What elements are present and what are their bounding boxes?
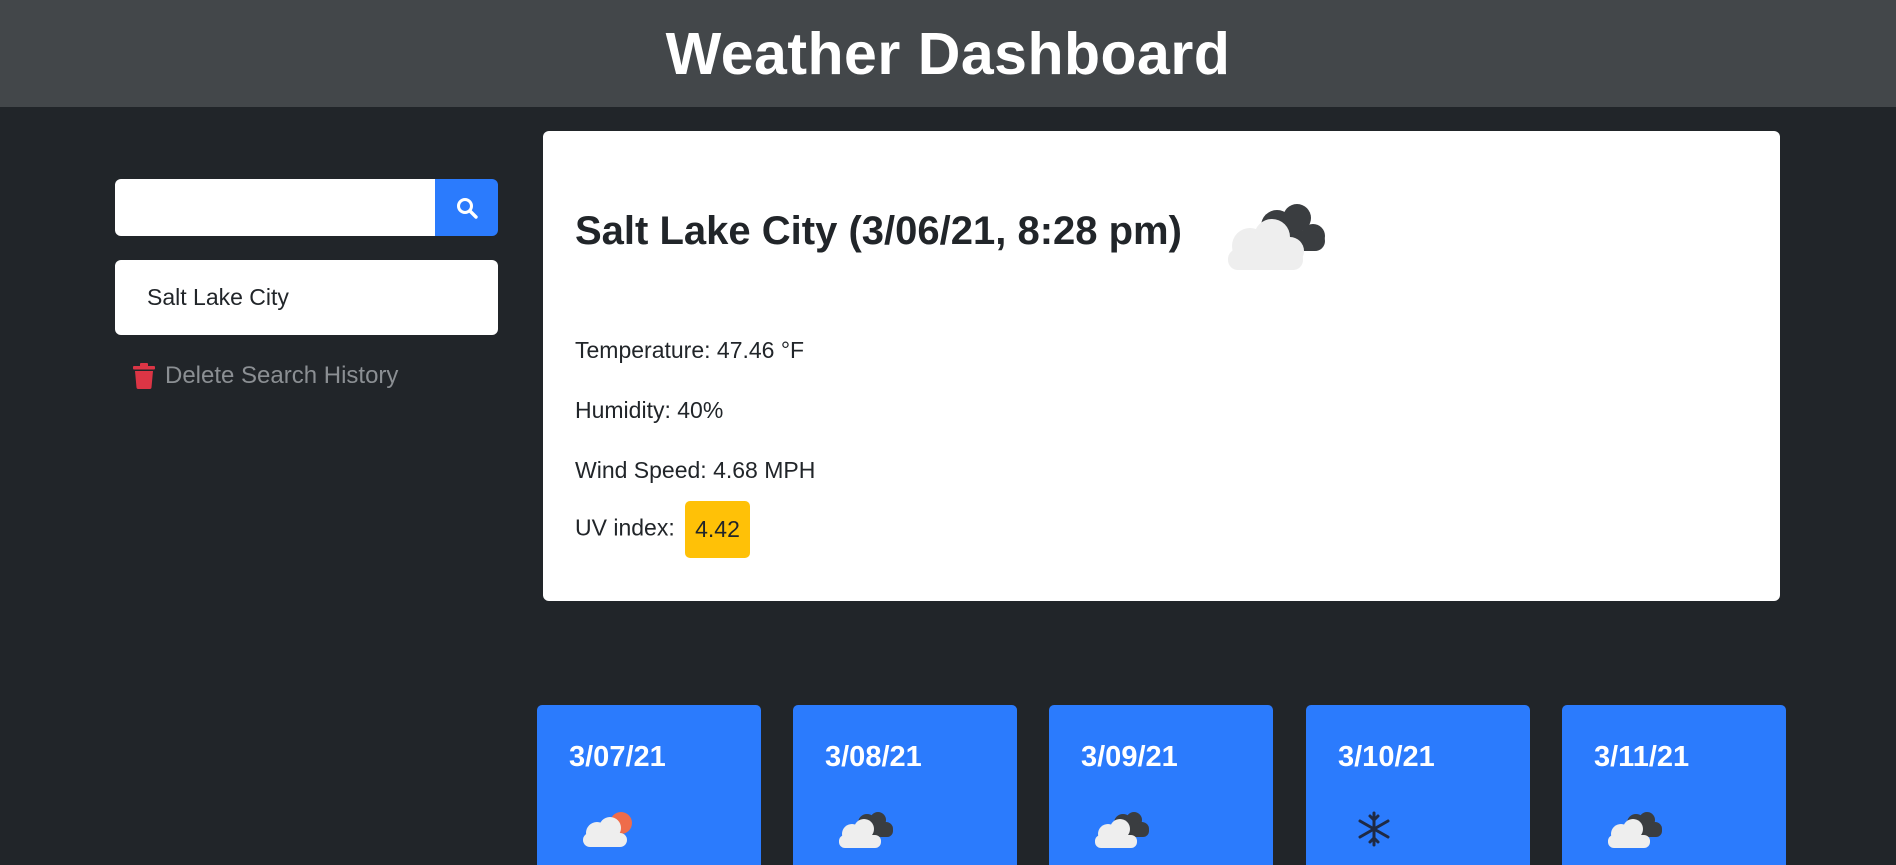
wind-speed-text: Wind Speed: 4.68 MPH [575,457,816,483]
uv-index-row: UV index: 4.42 [575,501,750,558]
forecast-date: 3/09/21 [1081,741,1178,773]
search-button[interactable] [435,179,498,236]
broken-clouds-icon [1220,201,1330,286]
search-bar [115,179,498,236]
search-input[interactable] [115,179,435,236]
forecast-date: 3/11/21 [1594,741,1690,773]
history-item[interactable]: Salt Lake City [115,260,498,335]
temperature-text: Temperature: 47.46 °F [575,337,805,363]
forecast-card: 3/08/21 [793,705,1017,865]
page-title: Weather Dashboard [665,20,1231,87]
uv-index-badge: 4.42 [685,501,750,558]
forecast-card: 3/07/21 [537,705,761,865]
forecast-card: 3/09/21 [1049,705,1273,865]
forecast-card: 3/11/21 [1562,705,1786,865]
uv-index-label: UV index: [575,514,675,541]
partly-sunny-icon [579,809,639,854]
broken-clouds-icon [1091,809,1151,854]
search-icon [455,196,479,220]
forecast-date: 3/07/21 [569,741,666,773]
page-header: Weather Dashboard [0,0,1896,107]
current-weather-card: Salt Lake City (3/06/21, 8:28 pm) Temper… [543,131,1780,601]
history-item-label: Salt Lake City [147,284,289,310]
forecast-card: 3/10/21 [1306,705,1530,865]
broken-clouds-icon [835,809,895,854]
humidity-text: Humidity: 40% [575,397,724,423]
trash-icon [133,363,155,389]
forecast-date: 3/10/21 [1338,741,1435,773]
current-city-title: Salt Lake City (3/06/21, 8:28 pm) [575,209,1182,253]
delete-history-label: Delete Search History [165,362,399,389]
delete-history-link[interactable]: Delete Search History [133,362,398,390]
broken-clouds-icon [1604,809,1664,854]
forecast-date: 3/08/21 [825,741,922,773]
snowflake-icon [1356,811,1392,852]
